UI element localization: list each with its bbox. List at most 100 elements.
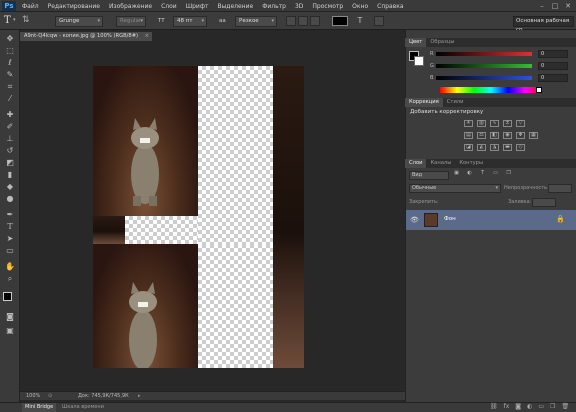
new-adjustment-icon[interactable]: ◐ <box>527 403 532 410</box>
spectrum-white-swatch[interactable] <box>536 87 542 93</box>
menu-filter[interactable]: Фильтр <box>262 3 286 10</box>
quick-mask-icon[interactable]: ◙ <box>3 312 17 322</box>
screen-mode-icon[interactable]: ▣ <box>3 326 17 336</box>
lasso-tool-icon[interactable]: ℓ <box>3 58 17 68</box>
color-balance-icon[interactable]: ⚖ <box>477 132 486 139</box>
character-panel-button[interactable] <box>374 16 384 26</box>
quick-select-tool-icon[interactable]: ✎ <box>3 70 17 80</box>
menu-view[interactable]: Просмотр <box>312 3 343 10</box>
minimize-button[interactable]: – <box>536 1 548 11</box>
channel-mixer-icon[interactable]: ❖ <box>516 132 525 139</box>
new-group-icon[interactable]: ▭ <box>538 403 544 410</box>
menu-image[interactable]: Изображение <box>109 3 152 10</box>
vibrance-icon[interactable]: ▽ <box>516 120 525 127</box>
font-style-select[interactable]: Regular ▾ <box>116 16 146 27</box>
menu-select[interactable]: Выделение <box>217 3 253 10</box>
filter-shape-icon[interactable]: ▭ <box>491 171 500 178</box>
close-tab-icon[interactable]: × <box>145 32 149 41</box>
workspace-select[interactable]: Основная рабочая ср <box>513 16 574 33</box>
filter-pixel-icon[interactable]: ▣ <box>452 171 461 178</box>
status-info-icon[interactable]: ⊙ <box>48 392 52 400</box>
maximize-button[interactable]: □ <box>549 1 561 11</box>
text-color-swatch[interactable] <box>332 16 348 26</box>
dodge-tool-icon[interactable]: ● <box>3 194 17 204</box>
pen-tool-icon[interactable]: ✒ <box>3 210 17 220</box>
path-select-tool-icon[interactable]: ➤ <box>3 234 17 244</box>
tab-color[interactable]: Цвет <box>405 38 427 47</box>
invert-icon[interactable]: ◪ <box>464 144 473 151</box>
color-lookup-icon[interactable]: ▦ <box>529 132 538 139</box>
menu-3d[interactable]: 3D <box>295 3 303 10</box>
gradient-map-icon[interactable]: ▬ <box>503 144 512 151</box>
slider-r-track[interactable] <box>436 52 532 56</box>
selective-color-icon[interactable]: ◇ <box>516 144 525 151</box>
tab-mini-bridge[interactable]: Mini Bridge <box>22 403 57 412</box>
hand-tool-icon[interactable]: ✋ <box>3 262 17 272</box>
move-tool-icon[interactable]: ✥ <box>3 34 17 44</box>
stamp-tool-icon[interactable]: ⊥ <box>3 134 17 144</box>
tab-swatches[interactable]: Образцы <box>426 38 458 47</box>
fill-input[interactable] <box>532 198 556 207</box>
document-tab[interactable]: A9nt-Q4lcqw - копия.jpg @ 100% (RGB/8#) … <box>20 32 152 41</box>
antialias-select[interactable]: Резкое ▾ <box>235 16 277 27</box>
threshold-icon[interactable]: ◮ <box>490 144 499 151</box>
link-layers-icon[interactable]: ⛓ <box>490 403 498 410</box>
layer-row-background[interactable]: 👁 Фон 🔒 <box>406 210 576 230</box>
layer-kind-filter[interactable]: Вид <box>409 171 449 180</box>
font-family-select[interactable]: Grunge ▾ <box>55 16 103 27</box>
slider-b-value[interactable]: 0 <box>538 74 568 82</box>
menu-layers[interactable]: Слои <box>161 3 177 10</box>
zoom-level[interactable]: 100% <box>26 392 40 400</box>
color-spectrum-bar[interactable] <box>440 87 542 93</box>
curves-icon[interactable]: ∿ <box>490 120 499 127</box>
zoom-tool-icon[interactable]: ⌕ <box>3 274 17 284</box>
warp-text-icon[interactable]: T <box>355 16 365 26</box>
posterize-icon[interactable]: ◭ <box>477 144 486 151</box>
orientation-toggle-icon[interactable]: ⇅ <box>22 15 30 25</box>
tab-styles[interactable]: Стили <box>443 98 468 107</box>
shape-tool-icon[interactable]: ▭ <box>3 246 17 256</box>
menu-edit[interactable]: Редактирование <box>48 3 100 10</box>
tab-layers[interactable]: Слои <box>405 159 427 168</box>
gradient-tool-icon[interactable]: ▮ <box>3 170 17 180</box>
history-brush-tool-icon[interactable]: ↺ <box>3 146 17 156</box>
tab-channels[interactable]: Каналы <box>426 159 455 168</box>
filter-type-icon[interactable]: T <box>478 171 487 178</box>
hue-saturation-icon[interactable]: ▤ <box>464 132 473 139</box>
exposure-icon[interactable]: ± <box>503 120 512 127</box>
eraser-tool-icon[interactable]: ◩ <box>3 158 17 168</box>
slider-r[interactable]: R 0 <box>430 50 570 58</box>
slider-g-track[interactable] <box>436 64 532 68</box>
eyedropper-tool-icon[interactable]: ⁄ <box>3 94 17 104</box>
photo-filter-icon[interactable]: ◉ <box>503 132 512 139</box>
blur-tool-icon[interactable]: ◆ <box>3 182 17 192</box>
layer-style-icon[interactable]: fx <box>504 403 510 410</box>
blend-mode-select[interactable]: Обычные ▾ <box>409 184 501 193</box>
menu-file[interactable]: Файл <box>22 3 39 10</box>
slider-g[interactable]: G 0 <box>430 62 570 70</box>
brightness-icon[interactable]: ☀ <box>464 120 473 127</box>
slider-b-track[interactable] <box>436 76 532 80</box>
brush-tool-icon[interactable]: ✐ <box>3 122 17 132</box>
align-left-button[interactable] <box>286 16 296 26</box>
font-size-select[interactable]: 48 пт ▾ <box>173 16 207 27</box>
slider-g-value[interactable]: 0 <box>538 62 568 70</box>
slider-r-value[interactable]: 0 <box>538 50 568 58</box>
healing-tool-icon[interactable]: ✚ <box>3 110 17 120</box>
menu-type[interactable]: Шрифт <box>186 3 209 10</box>
opacity-input[interactable] <box>548 184 572 193</box>
document-canvas[interactable] <box>93 66 304 368</box>
menu-help[interactable]: Справка <box>377 3 403 10</box>
layer-visibility-eye-icon[interactable]: 👁 <box>410 216 419 224</box>
new-layer-icon[interactable]: ❐ <box>550 403 555 410</box>
filter-smart-icon[interactable]: ❐ <box>504 171 513 178</box>
status-arrow-icon[interactable]: ▸ <box>138 392 141 400</box>
type-tool-icon[interactable]: T <box>3 222 17 232</box>
crop-tool-icon[interactable]: ⌗ <box>3 82 17 92</box>
slider-b[interactable]: B 0 <box>430 74 570 82</box>
marquee-tool-icon[interactable]: ⬚ <box>3 46 17 56</box>
tab-adjustments[interactable]: Коррекция <box>405 98 443 107</box>
levels-icon[interactable]: ▥ <box>477 120 486 127</box>
tool-preset-chevron-icon[interactable]: ▾ <box>13 17 16 23</box>
delete-layer-icon[interactable]: 🗑 <box>561 403 569 410</box>
